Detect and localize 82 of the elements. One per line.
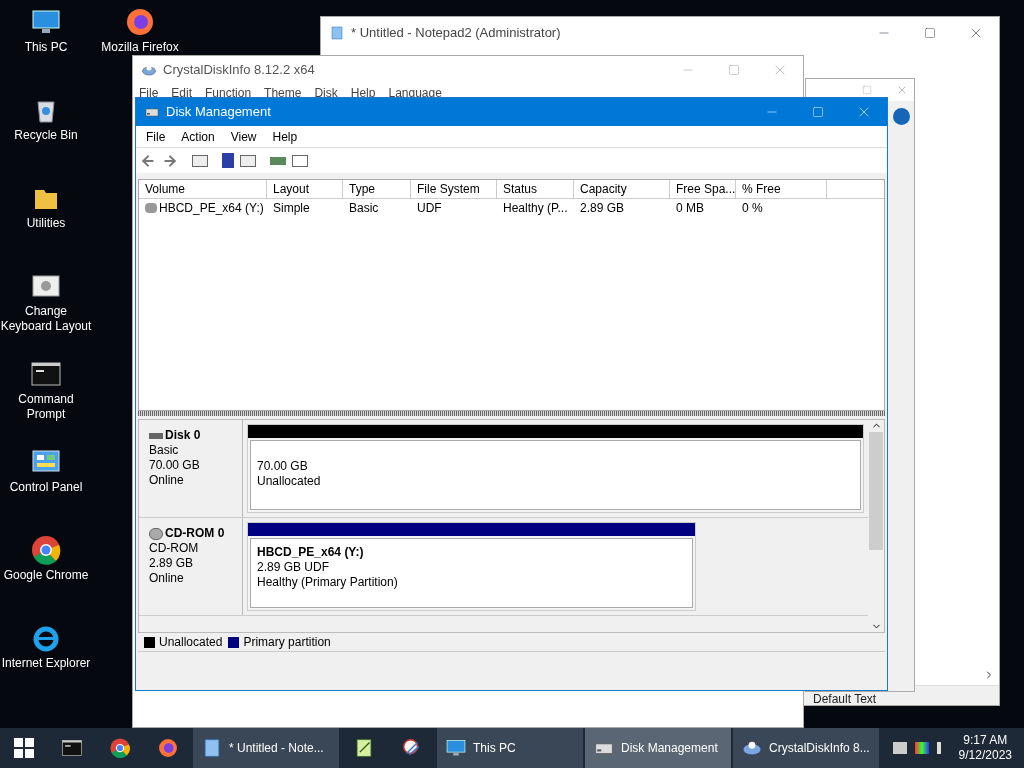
- back-icon[interactable]: [140, 152, 156, 169]
- monitor-icon: [445, 737, 467, 759]
- menu-item[interactable]: Theme: [264, 86, 302, 99]
- partition-text: 2.89 GB UDF: [257, 560, 331, 575]
- menu-item[interactable]: Help: [350, 86, 376, 99]
- partition-block[interactable]: HBCD_PE_x64 (Y:) 2.89 GB UDF Healthy (Primary Partition): [247, 522, 696, 611]
- firefox-icon: [157, 737, 179, 759]
- desktop-icon-label[interactable]: Change Keyboard Layout: [0, 304, 92, 334]
- notepad-icon: [353, 737, 375, 759]
- disk-name: Disk 0: [165, 428, 201, 443]
- notepad-icon: [201, 737, 223, 759]
- hard-drive-icon: [149, 432, 163, 439]
- menu-item[interactable]: View: [224, 127, 263, 146]
- disk-size: 2.89 GB: [149, 556, 195, 571]
- column-header[interactable]: Type: [343, 180, 411, 198]
- table-cell-text: Healthy (P...: [502, 200, 569, 217]
- disk-size: 70.00 GB: [149, 458, 201, 473]
- disk-status: Online: [149, 473, 185, 488]
- status-text: Default Text: [813, 693, 877, 705]
- desktop-icon-label[interactable]: Google Chrome: [3, 568, 89, 583]
- disk-type: CD-ROM: [149, 541, 200, 556]
- table-cell-text: UDF: [416, 200, 443, 217]
- terminal-icon: [61, 737, 83, 759]
- disk-info-panel[interactable]: CD-ROM 0 CD-ROM 2.89 GB Online: [139, 518, 243, 615]
- desktop-icon-label[interactable]: Command Prompt: [0, 392, 92, 422]
- menu-item[interactable]: Language: [388, 86, 442, 99]
- legend-label: Primary partition: [243, 634, 331, 651]
- table-cell-text: 0 %: [741, 200, 764, 217]
- partition-block[interactable]: 70.00 GB Unallocated: [247, 424, 864, 513]
- disk-type: Basic: [149, 443, 180, 458]
- desktop-icon-label[interactable]: Recycle Bin: [14, 128, 78, 143]
- notepad-icon: [329, 24, 345, 41]
- partition-label: HBCD_PE_x64 (Y:): [257, 545, 365, 560]
- disk-status: Online: [149, 571, 185, 586]
- column-header[interactable]: Layout: [267, 180, 343, 198]
- column-header[interactable]: Capacity: [574, 180, 670, 198]
- taskbar-button[interactable]: CrystalDiskInfo 8...: [733, 728, 879, 768]
- menu-item[interactable]: Help: [266, 127, 304, 146]
- menu-item[interactable]: File: [140, 127, 172, 146]
- desktop-icon-label[interactable]: Control Panel: [9, 480, 83, 495]
- desktop-icon-label[interactable]: Internet Explorer: [1, 656, 91, 671]
- disk-info-panel[interactable]: Disk 0 Basic 70.00 GB Online: [139, 420, 243, 517]
- windows-logo-icon: [14, 738, 34, 758]
- column-header[interactable]: File System: [411, 180, 497, 198]
- taskbar-button[interactable]: * Untitled - Note...: [193, 728, 339, 768]
- partition-text: Unallocated: [257, 474, 322, 489]
- legend-label: Unallocated: [159, 634, 223, 651]
- cd-drive-icon: [149, 527, 163, 540]
- disk-name: CD-ROM 0: [165, 526, 225, 541]
- table-cell: HBCD_PE_x64 (Y:): [139, 199, 267, 217]
- partition-text: Healthy (Primary Partition): [257, 575, 399, 590]
- table-cell-text: 0 MB: [675, 200, 705, 217]
- window-title: Disk Management: [166, 103, 272, 122]
- firefox-icon: [124, 6, 156, 38]
- window-title: * Untitled - Notepad2 (Administrator): [351, 23, 562, 42]
- table-cell-text: Simple: [272, 200, 311, 217]
- desktop-icon-label[interactable]: This PC: [24, 40, 68, 55]
- column-header[interactable]: Volume: [139, 180, 267, 198]
- desktop-icon-label[interactable]: Mozilla Firefox: [101, 40, 179, 55]
- chrome-icon: [30, 534, 62, 566]
- column-header[interactable]: % Free: [736, 180, 827, 198]
- column-header[interactable]: Free Spa...: [670, 180, 736, 198]
- display-icon[interactable]: [914, 742, 929, 754]
- menu-item[interactable]: Disk: [314, 86, 338, 99]
- menu-item[interactable]: Function: [205, 86, 252, 99]
- clock-time[interactable]: 9:17 AM: [963, 733, 1008, 748]
- column-header[interactable]: Status: [497, 180, 574, 198]
- splitter[interactable]: [138, 411, 885, 416]
- taskbar-button[interactable]: Disk Management: [585, 728, 731, 768]
- table-cell-text: Basic: [348, 200, 380, 217]
- menu-item[interactable]: File: [139, 86, 159, 99]
- chrome-icon: [109, 737, 131, 759]
- menu-item[interactable]: Action: [175, 127, 221, 146]
- table-cell-text: 2.89 GB: [579, 200, 626, 217]
- desktop-icon-label[interactable]: Utilities: [26, 216, 66, 231]
- taskbar-button[interactable]: This PC: [437, 728, 583, 768]
- forward-icon[interactable]: [162, 152, 178, 169]
- menu-item[interactable]: Edit: [171, 86, 193, 99]
- clock-date[interactable]: 9/12/2023: [958, 748, 1012, 763]
- partition-text: 70.00 GB: [257, 459, 309, 474]
- window-title: CrystalDiskInfo 8.12.2 x64: [163, 60, 316, 79]
- volume-icon: [145, 203, 157, 213]
